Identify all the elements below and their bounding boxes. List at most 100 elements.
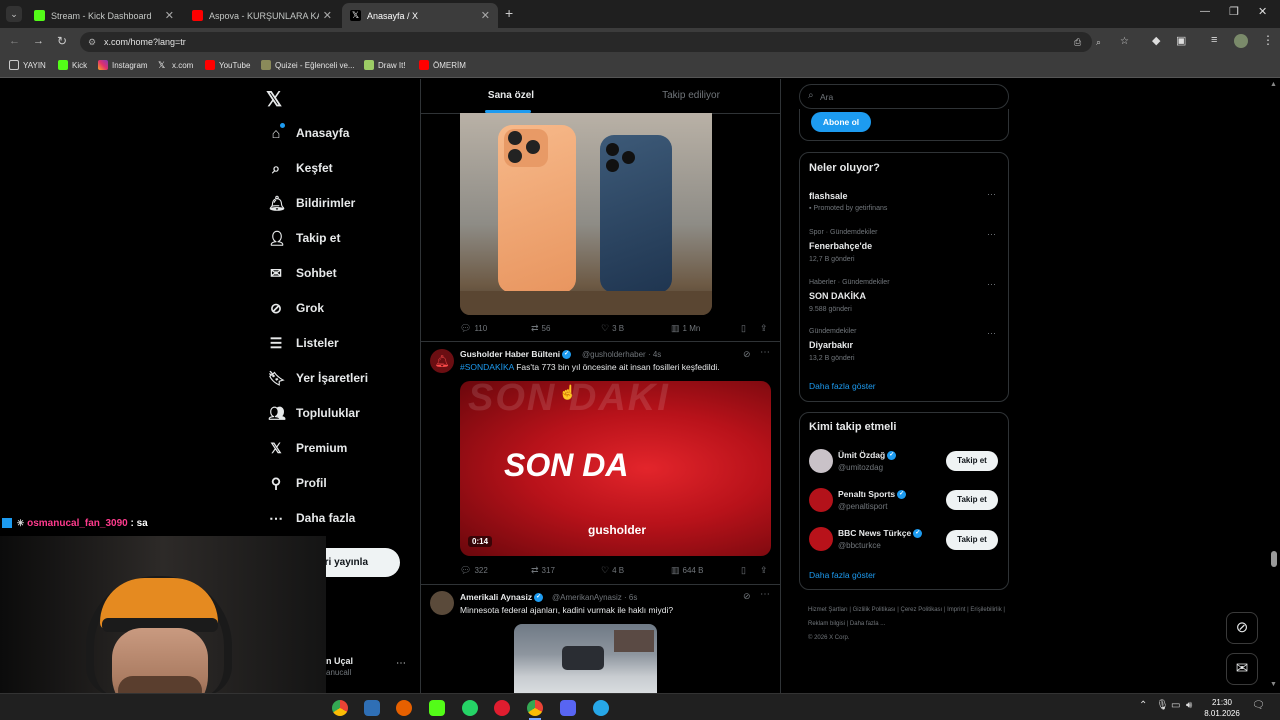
- post-image-snow-street[interactable]: [514, 624, 657, 693]
- tab-x-home[interactable]: 𝕏 Anasayfa / X ✕: [342, 3, 498, 28]
- zoom-icon[interactable]: ⌕: [1096, 32, 1101, 52]
- share-action[interactable]: ⇪: [760, 565, 771, 576]
- footer-link[interactable]: Reklam bilgisi: [808, 621, 845, 627]
- trend-item[interactable]: flashsale ▪ Promoted by getirfinans ⋯: [809, 189, 1001, 219]
- show-more-link[interactable]: Daha fazla göster: [809, 570, 876, 580]
- media-icon[interactable]: ≡: [1211, 34, 1217, 46]
- trend-item[interactable]: Gündemdekiler Diyarbakır 13,2 B gönderi …: [809, 328, 1001, 368]
- avatar[interactable]: 🔔︎: [430, 349, 454, 373]
- nav-profile[interactable]: ⚲ Profil: [268, 471, 327, 495]
- post-image-phones[interactable]: [460, 113, 712, 315]
- more-icon[interactable]: ⋯: [987, 328, 996, 339]
- views-action[interactable]: ▥ 1 Mn: [671, 323, 700, 334]
- profile-avatar[interactable]: [1234, 34, 1248, 48]
- more-icon[interactable]: ⋯: [760, 589, 770, 600]
- scroll-down-icon[interactable]: ▼: [1270, 681, 1277, 688]
- footer-link[interactable]: Erişilebilirlik: [970, 607, 1001, 613]
- bookmark-omerim[interactable]: ÖMERİM: [419, 60, 466, 70]
- avatar[interactable]: [430, 591, 454, 615]
- footer-link[interactable]: Çerez Politikası: [901, 607, 943, 613]
- tray-chevron-icon[interactable]: ⌃: [1139, 700, 1147, 711]
- close-icon[interactable]: ✕: [165, 9, 174, 22]
- tab-youtube[interactable]: Aspova - KURŞUNLARA KAFA (... ✕: [184, 3, 340, 28]
- whatsapp-icon[interactable]: [462, 700, 478, 716]
- trend-item[interactable]: Haberler · Gündemdekiler SON DAKİKA 9.58…: [809, 279, 1001, 319]
- url-field[interactable]: ⚙ x.com/home?lang=tr ⎙ ☆ ⌕: [80, 32, 1129, 52]
- bookmark-yayin[interactable]: YAYIN: [9, 60, 46, 70]
- nav-notifications[interactable]: 🔔︎ Bildirimler: [268, 191, 355, 215]
- nav-lists[interactable]: ☰ Listeler: [268, 331, 339, 355]
- back-icon[interactable]: ←: [9, 35, 20, 47]
- nav-more[interactable]: ⋯ Daha fazla: [268, 506, 355, 530]
- subscribe-button[interactable]: Abone ol: [811, 112, 871, 132]
- nav-explore[interactable]: ⌕ Keşfet: [268, 156, 333, 180]
- footer-link[interactable]: Gizlilik Politikası: [853, 607, 896, 613]
- reload-icon[interactable]: ↻: [57, 34, 67, 48]
- clock[interactable]: 21:30 8.01.2026: [1200, 697, 1244, 719]
- puzzle-icon[interactable]: ▣: [1176, 34, 1186, 47]
- post-video[interactable]: SON DAKI SON DA gusholder 0:14: [460, 381, 771, 556]
- post-author[interactable]: Gusholder Haber Bülteni ✓: [460, 349, 572, 360]
- feed-tab-following[interactable]: Takip ediliyor: [601, 79, 780, 113]
- bookmark-instagram[interactable]: Instagram: [98, 60, 148, 70]
- grok-icon[interactable]: ⊘: [743, 591, 751, 602]
- repost-action[interactable]: ⇄ 317: [531, 565, 555, 576]
- post-author[interactable]: Amerikali Aynasiz ✓: [460, 592, 544, 603]
- menu-icon[interactable]: ⋮: [1262, 33, 1274, 47]
- kick-icon[interactable]: [429, 700, 445, 716]
- close-icon[interactable]: ✕: [481, 9, 490, 22]
- tab-list-icon[interactable]: ⌄: [6, 6, 22, 22]
- grok-icon[interactable]: ⊘: [743, 349, 751, 360]
- bookmark-youtube[interactable]: YouTube: [205, 60, 250, 70]
- close-icon[interactable]: ✕: [323, 9, 332, 22]
- more-icon[interactable]: ⋯: [760, 347, 770, 358]
- minimize-icon[interactable]: —: [1200, 6, 1210, 17]
- scroll-up-icon[interactable]: ▲: [1270, 81, 1277, 88]
- bookmark-x[interactable]: 𝕏x.com: [158, 60, 193, 70]
- discord-icon[interactable]: [560, 700, 576, 716]
- trend-item[interactable]: Spor · Gündemdekiler Fenerbahçe'de 12,7 …: [809, 229, 1001, 269]
- x-home-logo[interactable]: 𝕏: [266, 87, 282, 112]
- tab-kick-dashboard[interactable]: Stream - Kick Dashboard ✕: [26, 3, 182, 28]
- like-action[interactable]: ♡ 4 B: [601, 565, 624, 576]
- network-icon[interactable]: ▭: [1171, 700, 1180, 711]
- opera-icon[interactable]: [494, 700, 510, 716]
- share-action[interactable]: ⇪: [760, 323, 771, 334]
- bookmark-drawit[interactable]: Draw It!: [364, 60, 406, 70]
- account-switcher[interactable]: n Uçal anucall ⋯: [326, 654, 408, 682]
- hashtag-link[interactable]: #SONDAKİKA: [460, 362, 514, 372]
- nav-premium[interactable]: 𝕏 Premium: [268, 436, 347, 460]
- bookmark-action[interactable]: ▯: [741, 323, 749, 334]
- window-close-icon[interactable]: ✕: [1258, 5, 1267, 18]
- follow-button[interactable]: Takip et: [946, 490, 998, 510]
- extensions-icon[interactable]: ◆: [1152, 34, 1160, 47]
- more-icon[interactable]: ⋯: [987, 229, 996, 240]
- footer-link[interactable]: Imprint: [947, 607, 965, 613]
- bookmark-kick[interactable]: Kick: [58, 60, 87, 70]
- messages-float-button[interactable]: ✉: [1226, 653, 1258, 685]
- forward-icon[interactable]: →: [33, 35, 44, 47]
- new-tab-icon[interactable]: +: [505, 5, 513, 21]
- more-icon[interactable]: ⋯: [987, 189, 996, 200]
- obs-icon[interactable]: [364, 700, 380, 716]
- reply-action[interactable]: 💬︎ 110: [460, 323, 487, 334]
- show-more-link[interactable]: Daha fazla göster: [809, 381, 876, 391]
- bookmark-action[interactable]: ▯: [741, 565, 749, 576]
- mic-icon[interactable]: 🎙︎: [1156, 700, 1169, 711]
- telegram-icon[interactable]: [593, 700, 609, 716]
- feed-tab-for-you[interactable]: Sana özel: [421, 79, 601, 113]
- notification-icon[interactable]: 🗨︎: [1252, 700, 1265, 711]
- install-icon[interactable]: ⎙: [1074, 32, 1081, 52]
- bookmark-star-icon[interactable]: ☆: [1120, 32, 1129, 52]
- nav-bookmarks[interactable]: 🔖︎ Yer İşaretleri: [268, 366, 368, 390]
- footer-link[interactable]: Hizmet Şartları: [808, 607, 848, 613]
- more-icon[interactable]: ⋯: [987, 279, 996, 290]
- firefox-icon[interactable]: [396, 700, 412, 716]
- search-box[interactable]: ⌕ Ara: [799, 84, 1009, 109]
- nav-grok[interactable]: ⊘ Grok: [268, 296, 324, 320]
- volume-icon[interactable]: 🔊︎: [1186, 700, 1192, 711]
- reply-action[interactable]: 💬︎ 322: [460, 565, 488, 576]
- footer-link[interactable]: Daha fazla ...: [850, 621, 885, 627]
- scrollbar[interactable]: ▲ ▼: [1268, 79, 1280, 693]
- restore-icon[interactable]: ❐: [1229, 5, 1239, 18]
